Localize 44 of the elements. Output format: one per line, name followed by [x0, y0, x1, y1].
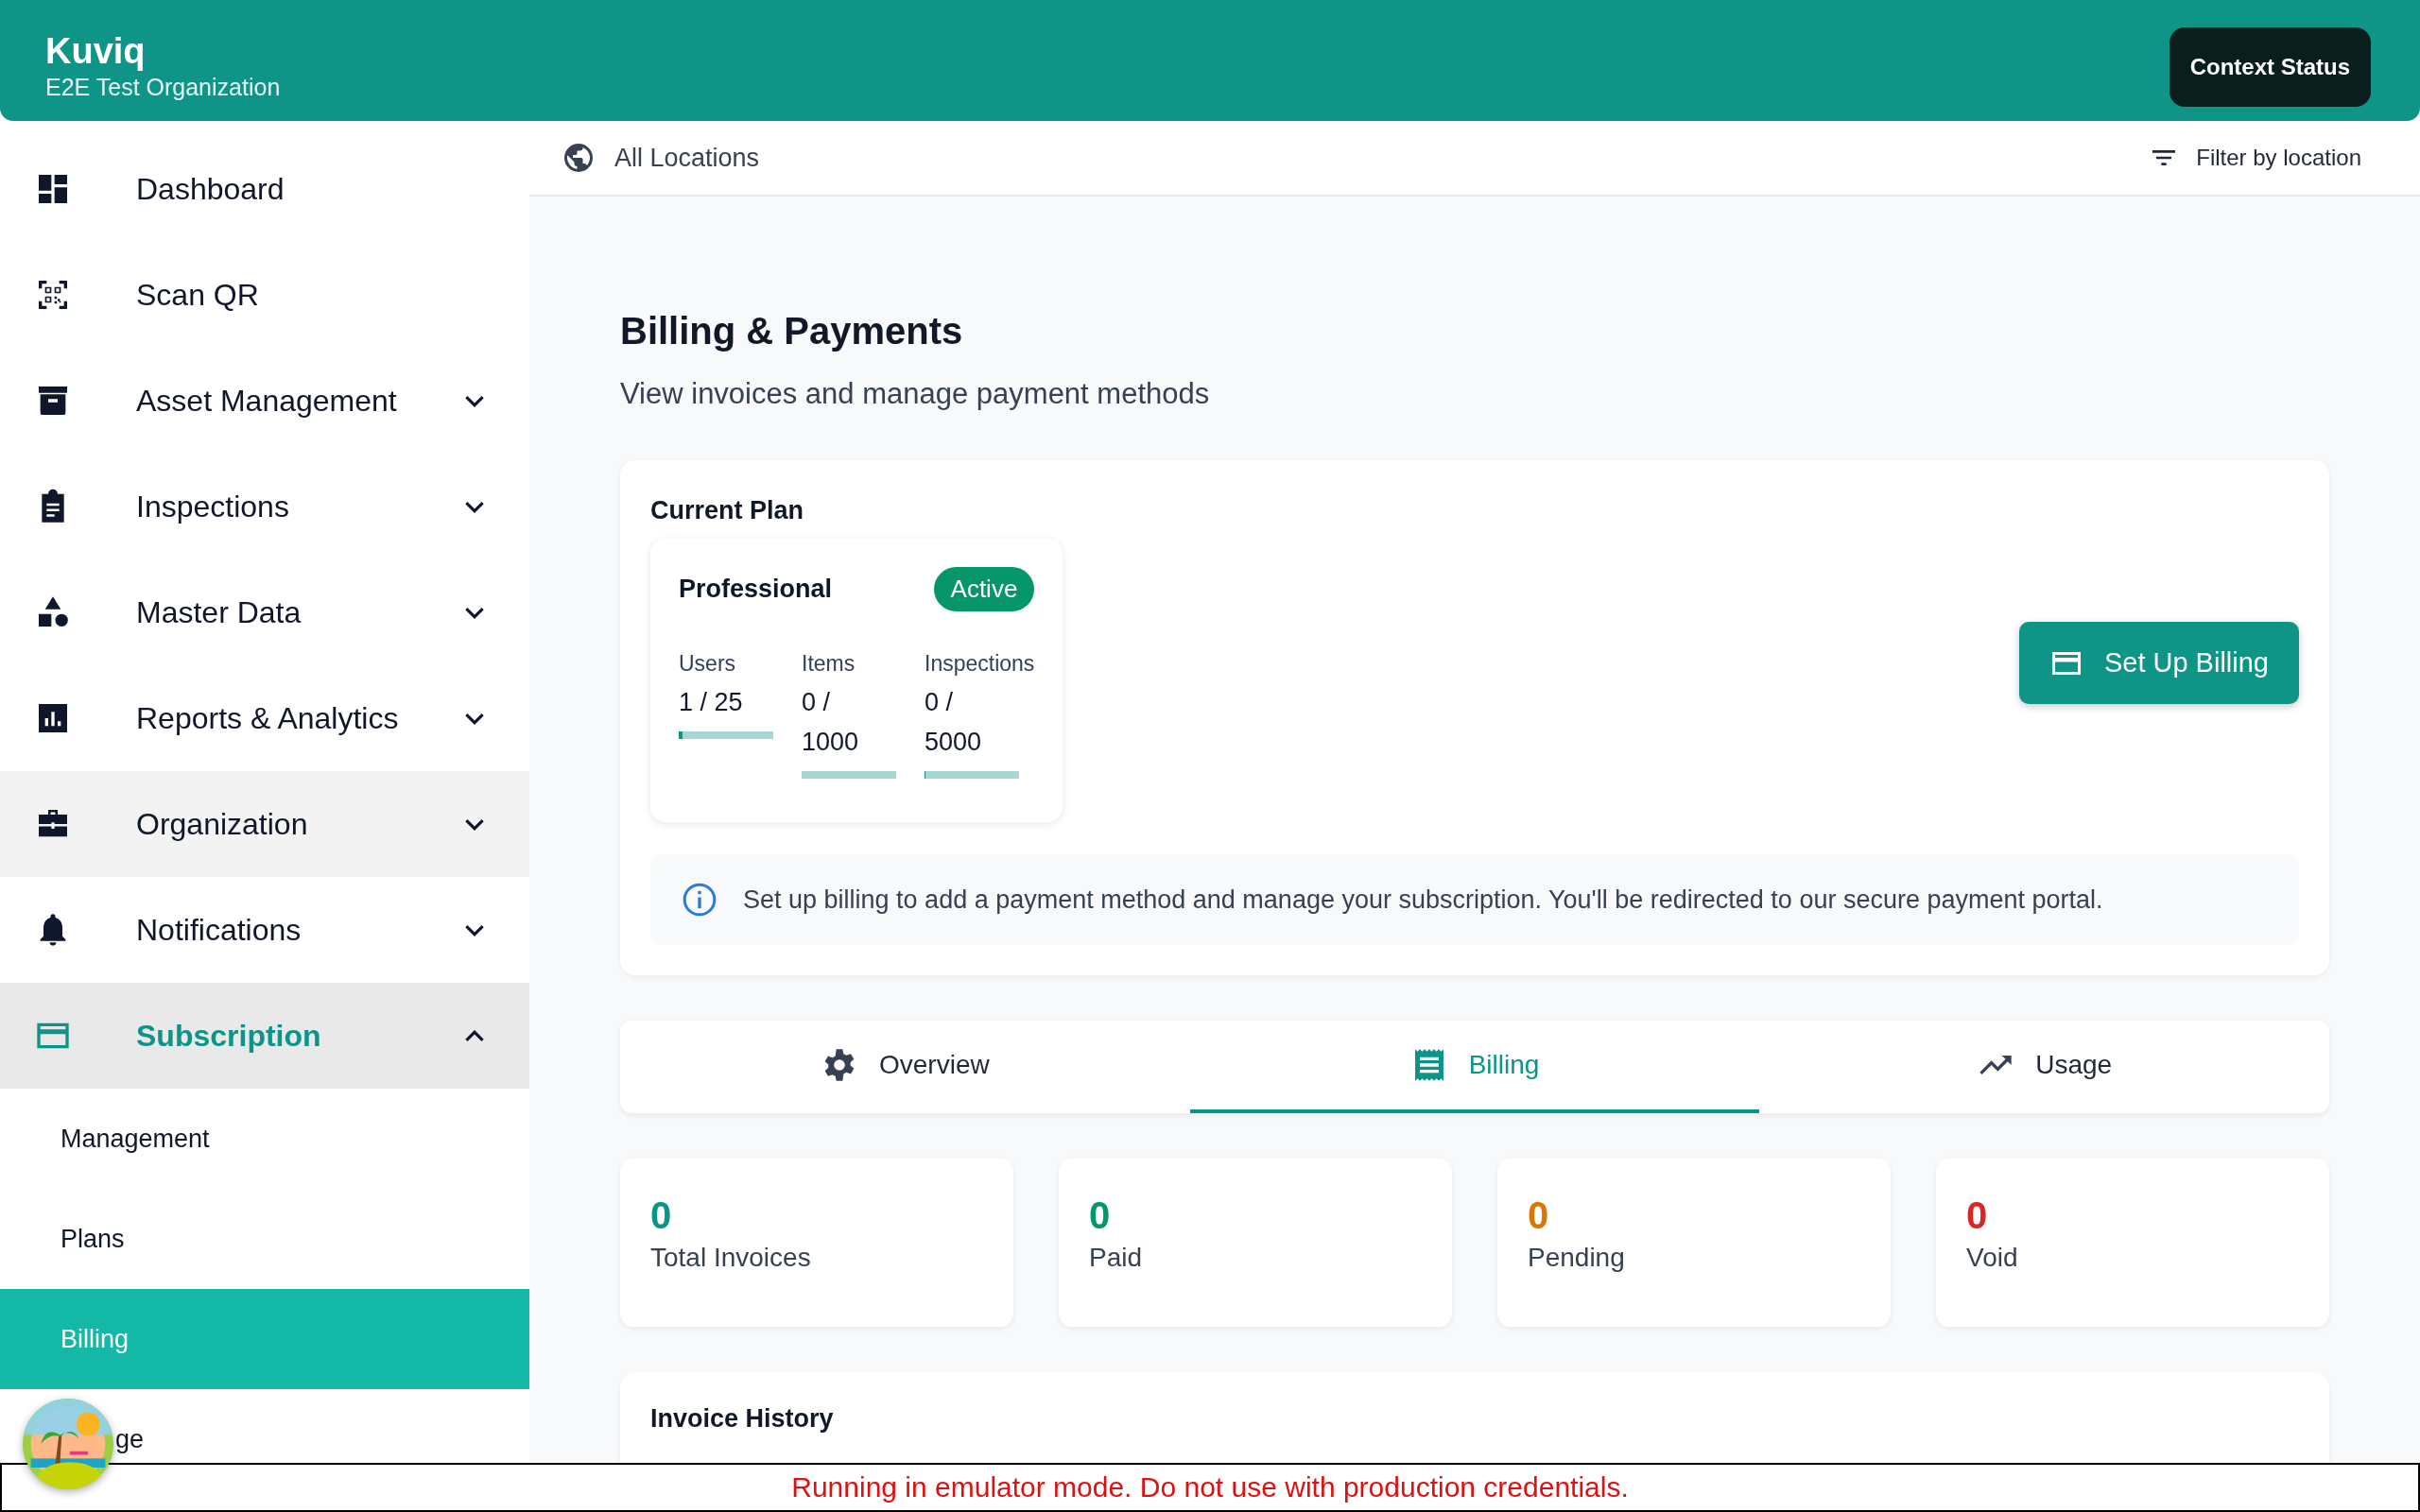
submenu-item[interactable]: ge [115, 1424, 145, 1454]
section-heading: Current Plan [650, 496, 805, 525]
usage-label: Inspections [925, 651, 1035, 677]
sidebar-item[interactable]: Dashboard [0, 136, 529, 242]
submenu-item[interactable]: Plans [0, 1189, 529, 1289]
usage-value: 0 / 5000 [925, 687, 983, 758]
status-badge: Active [933, 567, 1035, 611]
usage-label: Items [802, 651, 856, 677]
sidebar-item[interactable]: Notifications [0, 877, 529, 983]
app-name: Kuviq [45, 31, 147, 72]
set-up-billing-button[interactable]: Set Up Billing [2018, 622, 2299, 704]
stat-label: Total Invoices [650, 1243, 812, 1273]
sidebar-item[interactable]: Organization [0, 771, 529, 877]
tab[interactable]: Usage [1759, 1021, 2329, 1113]
organization-name: E2E Test Organization [45, 74, 281, 101]
stat-value: 0 [1528, 1194, 1550, 1237]
stat-label: Pending [1528, 1243, 1626, 1273]
stat-label: Paid [1089, 1243, 1144, 1273]
context-status-button[interactable]: Context Status [2169, 27, 2371, 107]
section-heading: Invoice History [650, 1404, 835, 1434]
info-icon [681, 881, 718, 919]
tab[interactable]: Overview [620, 1021, 1190, 1113]
plan-name: Professional [679, 575, 833, 604]
sidebar-item[interactable]: Reports & Analytics [0, 665, 529, 771]
page-subtitle: View invoices and manage payment methods [620, 377, 1211, 411]
sidebar-item[interactable]: Asset Management [0, 348, 529, 454]
stat-value: 0 [1089, 1194, 1112, 1237]
usage-value: 1 / 25 [679, 687, 744, 718]
sidebar-item[interactable]: Inspections [0, 454, 529, 559]
sidebar-item[interactable]: Master Data [0, 559, 529, 665]
usage-value: 0 / 1000 [802, 687, 860, 758]
globe-icon [562, 141, 596, 175]
tab[interactable]: Billing [1189, 1021, 1760, 1113]
sidebar-item[interactable]: Scan QR [0, 242, 529, 348]
stat-label: Void [1966, 1243, 2019, 1273]
warning-text: Running in emulator mode. Do not use with production credentials. [791, 1471, 1629, 1503]
usage-label: Users [679, 651, 737, 677]
submenu-item[interactable]: Management [0, 1089, 529, 1189]
stat-value: 0 [650, 1194, 673, 1237]
page-title: Billing & Payments [620, 310, 964, 352]
filter-button[interactable]: Filter by location [2143, 142, 2367, 174]
stat-value: 0 [1966, 1194, 1989, 1237]
info-text: Set up billing to add a payment method and manage your subscription. You'll be redirected to our secure payment portal. [743, 885, 2103, 915]
location-selector[interactable]: All Locations [614, 143, 760, 173]
